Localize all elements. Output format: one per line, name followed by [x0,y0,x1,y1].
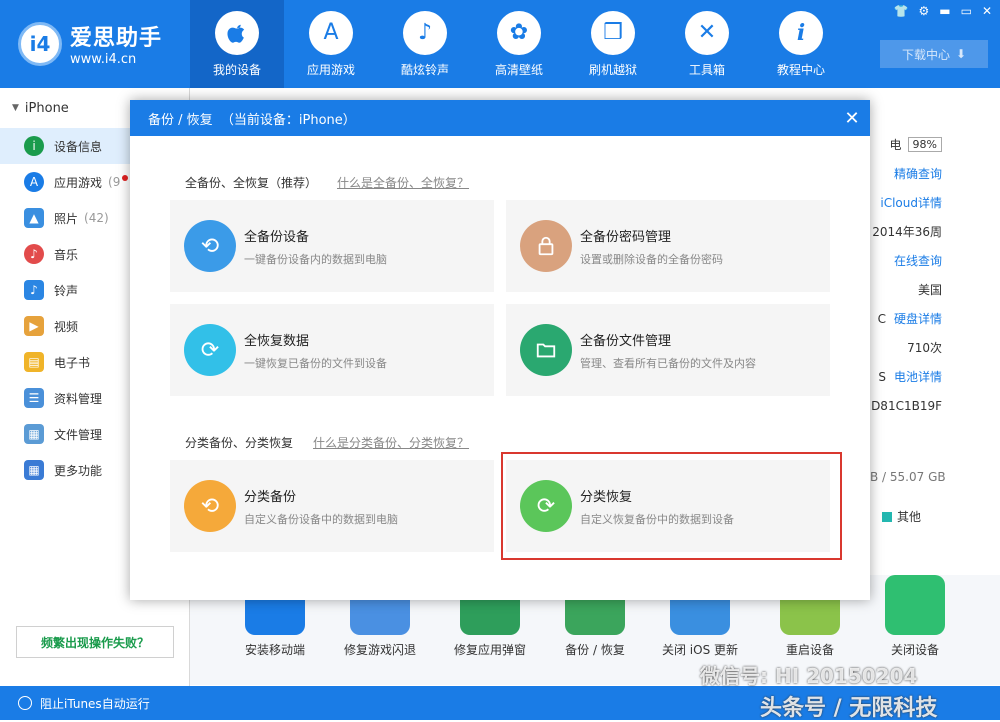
info-row: 精确查询 [860,159,942,188]
battery-badge: 98% [907,137,942,152]
logo-badge: i4 [18,21,62,66]
section-category-backup: 分类备份、分类恢复 什么是分类备份、分类恢复？ [185,434,470,451]
app-count: (9 [108,175,121,189]
card-full-backup[interactable]: ⟲ 全备份设备 一键备份设备内的数据到电脑 [170,200,494,292]
top-bar: i4 爱思助手 www.i4.cn 我的设备 A 应用游戏 ♪ 酷炫铃声 ✿ 高… [0,0,1000,88]
block-itunes-toggle[interactable]: 阻止iTunes自动运行 [40,695,150,712]
legend-swatch [882,511,892,522]
close-icon[interactable]: ✕ [834,100,870,136]
info-row: S 电池详情 [878,368,942,385]
backup-icon: ⟲ [184,220,236,272]
card-full-restore[interactable]: ⟳ 全恢复数据 一键恢复已备份的文件到设备 [170,304,494,396]
bell-icon: ♪ [24,280,44,300]
nav-toolbox[interactable]: ✕ 工具箱 [660,0,754,88]
what-is-category-backup-link[interactable]: 什么是分类备份、分类恢复？ [313,434,469,451]
grid-icon: ▦ [24,460,44,480]
device-info-panel: 电 98% 精确查询 iCloud详情 2014年36周 在线查询 美国 C 硬… [860,130,942,420]
app-logo: i4 爱思助手 www.i4.cn [18,20,162,67]
video-icon: ▶ [24,316,44,336]
chevron-down-icon: ▼ [12,103,19,113]
download-center-button[interactable]: 下载中心 ⬇ [880,40,988,68]
nav-flash-jailbreak[interactable]: ❒ 刷机越狱 [566,0,660,88]
lock-icon [520,220,572,272]
info-row: D81C1B19F [871,398,942,413]
appstore-icon: A [24,172,44,192]
storage-text: B / 55.07 GB [870,470,946,484]
watermark-toutiao: 头条号 / 无限科技 [760,696,938,721]
info-row: C 硬盘详情 [877,310,942,327]
music-icon: ♪ [24,244,44,264]
info-row: 710次 [907,341,942,355]
photo-icon: ▲ [24,208,44,228]
info-row: 2014年36周 [872,225,942,239]
download-icon: ⬇ [955,47,967,61]
info-icon: i [24,136,44,156]
notification-dot [122,175,129,181]
battery-detail-link[interactable]: 电池详情 [894,368,942,385]
nav-tutorials[interactable]: i 教程中心 [754,0,848,88]
shirt-icon[interactable]: 👕 [894,4,909,18]
apple-icon [215,10,259,55]
highlight-box [501,452,842,560]
appstore-icon: A [309,10,353,55]
contacts-icon: ☰ [24,388,44,408]
watermark-wechat: 微信号: HI 20150204 [700,664,918,688]
gear-icon[interactable]: ⚙ [918,4,929,18]
precise-query-link[interactable]: 精确查询 [894,165,942,182]
maximize-icon[interactable]: ▭ [961,4,972,18]
info-row: 美国 [917,283,942,297]
info-icon: i [779,10,823,55]
section-full-backup: 全备份、全恢复（推荐） 什么是全备份、全恢复？ [185,174,470,191]
tool-shutdown-device[interactable]: 关闭设备 [870,575,960,658]
info-row: 在线查询 [860,246,942,275]
box-icon: ❒ [591,10,635,55]
logo-name: 爱思助手 [70,26,163,51]
flower-icon: ✿ [497,10,541,55]
what-is-full-backup-link[interactable]: 什么是全备份、全恢复？ [337,174,469,191]
card-backup-password[interactable]: 全备份密码管理 设置或删除设备的全备份密码 [506,200,830,292]
file-icon: ▦ [24,424,44,444]
card-category-backup[interactable]: ⟲ 分类备份 自定义备份设备中的数据到电脑 [170,460,494,552]
dialog-title: 备份 / 恢复 （当前设备：iPhone） [148,112,356,128]
battery-row: 电 98% [860,130,942,159]
dialog-header: 备份 / 恢复 （当前设备：iPhone） [130,100,870,136]
circle-icon[interactable] [18,696,32,710]
help-button[interactable]: 频繁出现操作失败？ [16,626,174,658]
legend-other: 其他 [882,508,921,525]
nav-apps[interactable]: A 应用游戏 [284,0,378,88]
main-nav: 我的设备 A 应用游戏 ♪ 酷炫铃声 ✿ 高清壁纸 ❒ 刷机越狱 ✕ 工具箱 i… [190,0,848,88]
bell-icon: ♪ [403,10,447,55]
online-query-link[interactable]: 在线查询 [894,252,942,269]
tools-icon: ✕ [685,10,729,55]
book-icon: ▤ [24,352,44,372]
restore-icon: ⟳ [184,324,236,376]
nav-ringtones[interactable]: ♪ 酷炫铃声 [378,0,472,88]
logo-url: www.i4.cn [70,52,137,67]
minimize-icon[interactable]: ▬ [939,4,950,18]
disk-detail-link[interactable]: 硬盘详情 [894,310,942,327]
category-backup-icon: ⟲ [184,480,236,532]
photo-count: (42) [84,211,109,225]
backup-restore-dialog: 备份 / 恢复 （当前设备：iPhone） ✕ 全备份、全恢复（推荐） 什么是全… [130,100,870,600]
card-backup-file-manage[interactable]: 全备份文件管理 管理、查看所有已备份的文件及内容 [506,304,830,396]
info-row: iCloud详情 [860,188,942,217]
nav-wallpapers[interactable]: ✿ 高清壁纸 [472,0,566,88]
close-icon[interactable]: ✕ [982,4,992,18]
power-icon [885,575,945,635]
nav-my-device[interactable]: 我的设备 [190,0,284,88]
folder-icon [520,324,572,376]
window-controls: 👕 ⚙ ▬ ▭ ✕ [894,4,992,18]
icloud-detail-link[interactable]: iCloud详情 [880,194,942,211]
